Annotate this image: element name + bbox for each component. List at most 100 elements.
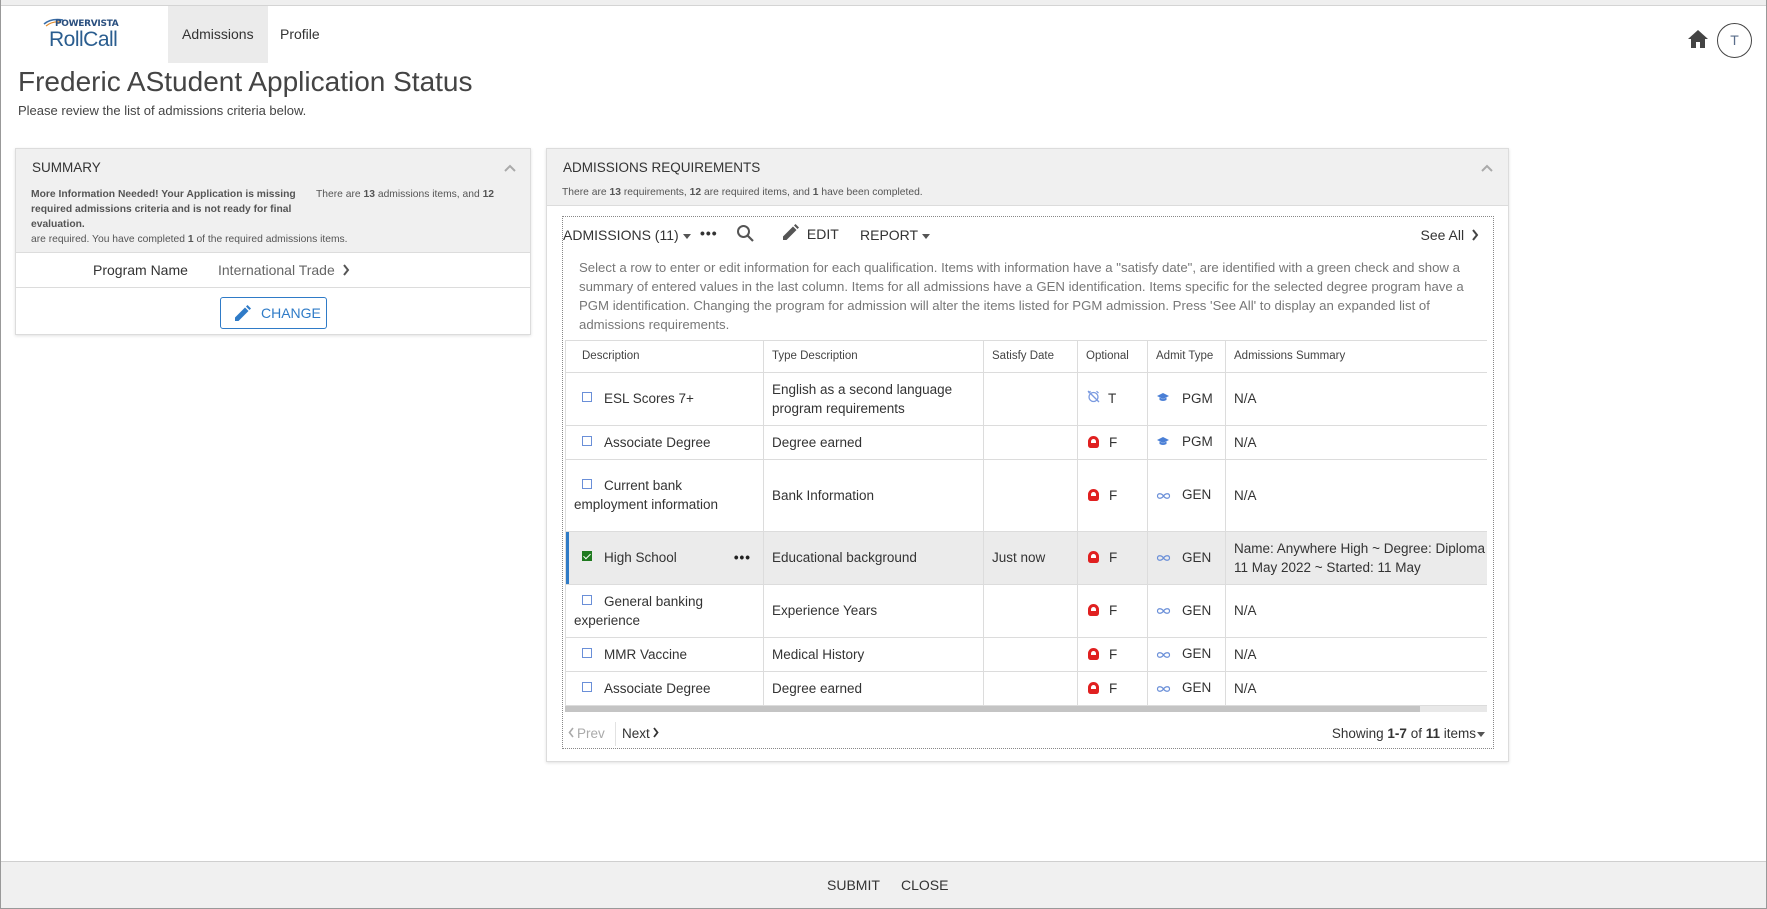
column-header-satisfy-date[interactable]: Satisfy Date [983, 341, 1078, 373]
infinity-icon [1156, 548, 1171, 567]
column-header-admissions-summary[interactable]: Admissions Summary [1225, 341, 1487, 373]
chevron-left-icon [568, 727, 574, 738]
cell-description[interactable]: General banking experience [565, 583, 764, 638]
infinity-icon [1156, 645, 1171, 664]
cell-optional: F [1077, 424, 1148, 460]
cell-type-description: Degree earned [763, 424, 984, 460]
table-row[interactable]: Current bank employment information Bank … [565, 458, 1487, 532]
admissions-summary-text: N/A [1234, 434, 1257, 450]
cell-description[interactable]: ••• High School [565, 530, 764, 585]
requirements-instructions: Select a row to enter or edit informatio… [579, 260, 1464, 332]
cell-admit-type: PGM [1147, 424, 1226, 460]
cell-admit-type: PGM [1147, 371, 1226, 426]
unchecked-checkbox-icon[interactable] [582, 681, 592, 692]
unchecked-checkbox-icon[interactable] [582, 435, 592, 446]
cell-description[interactable]: Associate Degree [565, 670, 764, 706]
cell-admissions-summary: N/A [1225, 424, 1487, 460]
cell-admit-type: GEN [1147, 583, 1226, 638]
page-size-dropdown[interactable]: Showing 1-7 of 11 items [1332, 726, 1485, 741]
unchecked-checkbox-icon[interactable] [582, 594, 592, 605]
optional-value: F [1109, 434, 1118, 450]
infinity-icon [1156, 486, 1171, 505]
pager: Prev Next Showing 1-7 of 11 items [563, 722, 1493, 746]
app-logo[interactable]: POWERVISTA RollCall [43, 16, 128, 56]
description-text: ESL Scores 7+ [604, 391, 694, 406]
close-button[interactable]: CLOSE [901, 877, 948, 893]
optional-value: F [1109, 603, 1118, 618]
summary-title: SUMMARY [32, 160, 101, 175]
user-avatar[interactable]: T [1717, 23, 1752, 58]
summary-counts-line2: are required. You have completed 1 of th… [31, 234, 348, 245]
admissions-summary-text: N/A [1234, 391, 1257, 406]
chevron-right-icon[interactable] [342, 264, 350, 276]
search-icon[interactable] [736, 224, 755, 243]
description-text: Associate Degree [604, 680, 711, 696]
description-text: General banking experience [574, 593, 704, 628]
nav-tab-profile[interactable]: Profile [266, 6, 334, 63]
pencil-icon [783, 224, 799, 240]
admissions-summary-text: Name: Anywhere High ~ Degree: Diploma ~ … [1234, 540, 1487, 575]
admissions-list-container: ADMISSIONS (11) ••• EDIT REPORT See All … [562, 216, 1494, 749]
collapse-chevron-up-icon[interactable] [503, 163, 517, 173]
report-dropdown[interactable]: REPORT [860, 227, 931, 243]
collapse-chevron-up-icon[interactable] [1480, 163, 1494, 173]
edit-button[interactable]: EDIT [780, 223, 839, 243]
cell-admissions-summary: N/A [1225, 636, 1487, 672]
cell-description[interactable]: Associate Degree [565, 424, 764, 460]
unchecked-checkbox-icon[interactable] [582, 479, 592, 489]
cell-description[interactable]: Current bank employment information [565, 458, 764, 532]
horizontal-scrollbar[interactable] [565, 706, 1487, 712]
description-text: Associate Degree [604, 434, 711, 450]
column-header-optional[interactable]: Optional [1077, 341, 1148, 373]
nav-tab-admissions[interactable]: Admissions [168, 6, 268, 63]
cell-type-description: Degree earned [763, 670, 984, 706]
scrollbar-thumb[interactable] [565, 706, 1420, 712]
table-row[interactable]: MMR Vaccine Medical History F GEN N/A [565, 636, 1487, 672]
graduation-cap-icon [1156, 433, 1170, 452]
description-text: High School [604, 550, 677, 565]
column-header-type-description[interactable]: Type Description [763, 341, 984, 373]
cell-description[interactable]: MMR Vaccine [565, 636, 764, 672]
row-more-options-button[interactable]: ••• [734, 548, 751, 567]
cell-satisfy-date [983, 424, 1078, 460]
prev-page-button[interactable]: Prev [568, 726, 605, 741]
column-header-admit-type[interactable]: Admit Type [1147, 341, 1226, 373]
requirements-table-wrapper: Description Type Description Satisfy Dat… [565, 340, 1487, 710]
alert-icon [1088, 647, 1099, 660]
program-name-row[interactable]: Program Name International Trade [16, 253, 530, 288]
optional-value: T [1108, 390, 1117, 406]
requirements-title: ADMISSIONS REQUIREMENTS [563, 160, 761, 175]
cell-optional: F [1077, 458, 1148, 532]
admit-type-value: GEN [1182, 680, 1212, 696]
cell-admit-type: GEN [1147, 530, 1226, 585]
column-header-description[interactable]: Description [565, 341, 764, 373]
submit-button[interactable]: SUBMIT [827, 877, 880, 893]
cell-satisfy-date [983, 458, 1078, 532]
change-program-button[interactable]: CHANGE [220, 297, 327, 329]
table-row[interactable]: Associate Degree Degree earned F PGM N/A [565, 424, 1487, 460]
optional-value: F [1109, 487, 1118, 503]
app-header: POWERVISTA RollCall Admissions Profile T [1, 6, 1766, 63]
cell-type-description: Experience Years [763, 583, 984, 638]
unchecked-checkbox-icon[interactable] [582, 392, 592, 402]
program-name-value[interactable]: International Trade [218, 262, 335, 278]
checked-checkbox-icon[interactable] [582, 551, 592, 561]
cell-description[interactable]: ESL Scores 7+ [565, 371, 764, 426]
caret-down-icon [922, 233, 931, 239]
admissions-list-dropdown[interactable]: ADMISSIONS (11) [563, 227, 691, 243]
description-text: Current bank employment information [574, 478, 719, 512]
next-page-button[interactable]: Next [622, 726, 659, 741]
table-row[interactable]: ESL Scores 7+ English as a second languag… [565, 371, 1487, 426]
requirements-table: Description Type Description Satisfy Dat… [565, 341, 1487, 706]
table-row[interactable]: ••• High School Educational background Just… [565, 530, 1487, 585]
infinity-icon [1156, 679, 1171, 698]
unchecked-checkbox-icon[interactable] [582, 647, 592, 658]
cell-type-description: Medical History [763, 636, 984, 672]
table-row[interactable]: General banking experience Experience Yea… [565, 583, 1487, 638]
table-row[interactable]: Associate Degree Degree earned F GEN N/A [565, 670, 1487, 706]
cell-type-description: Bank Information [763, 458, 984, 532]
admit-type-value: GEN [1182, 487, 1212, 503]
see-all-link[interactable]: See All [1421, 227, 1479, 243]
more-options-button[interactable]: ••• [700, 225, 718, 241]
home-icon[interactable] [1687, 29, 1709, 49]
